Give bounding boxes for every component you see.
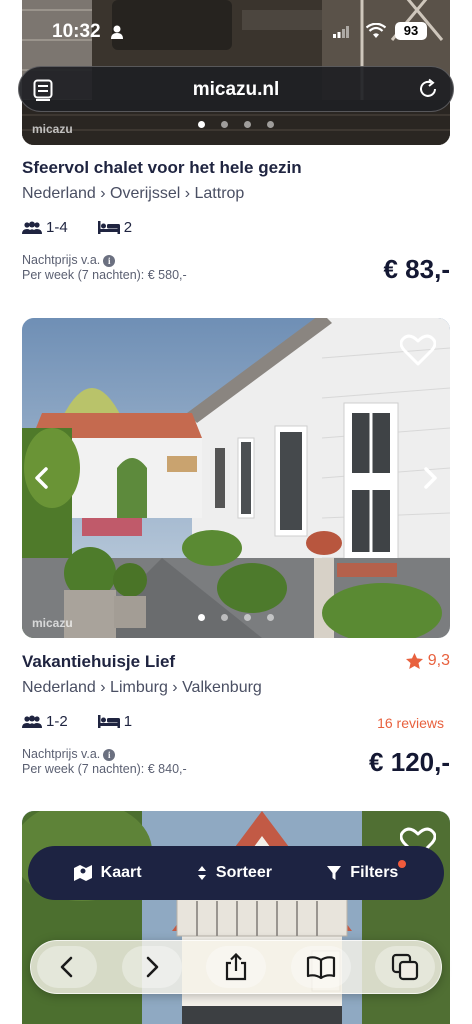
filter-icon (327, 866, 342, 880)
listing-amenities: 1-4 2 (22, 219, 162, 236)
carousel-dot[interactable] (221, 614, 228, 621)
filters-button[interactable]: Filters (327, 860, 407, 882)
carousel-dots[interactable] (22, 121, 450, 128)
star-icon (405, 653, 423, 669)
guests-info: 1-4 (22, 219, 68, 236)
chevron-right-icon[interactable] (420, 466, 440, 490)
map-icon (73, 865, 92, 881)
active-filter-badge (398, 860, 407, 868)
bedrooms-info: 2 (97, 219, 133, 236)
wifi-icon (366, 23, 386, 38)
bedrooms-info: 1 (97, 713, 133, 730)
guests-icon (22, 715, 42, 728)
price-info: Nachtprijs v.a. i Per week (7 nachten): €… (22, 747, 187, 777)
carousel-dot[interactable] (244, 121, 251, 128)
address-bar[interactable]: micazu.nl (18, 66, 454, 112)
url-text[interactable]: micazu.nl (19, 79, 453, 101)
carousel-dot[interactable] (267, 614, 274, 621)
status-time: 10:32 (52, 21, 101, 42)
carousel-dot[interactable] (198, 614, 205, 621)
sort-icon (197, 866, 206, 880)
listing-2-photo[interactable]: micazu (22, 318, 450, 638)
forward-arrow-icon (146, 956, 158, 978)
listing-amenities: 1-2 1 (22, 713, 162, 730)
share-icon (225, 953, 247, 981)
week-price: Per week (7 nachten): € 580,- (22, 268, 187, 282)
carousel-dot[interactable] (198, 121, 205, 128)
listing-rating: 9,3 (405, 652, 450, 670)
tabs-button[interactable] (375, 946, 435, 988)
share-button[interactable] (206, 946, 266, 988)
carousel-dots[interactable] (22, 614, 450, 621)
signal-icon (333, 26, 349, 38)
battery-indicator: 93 (395, 22, 427, 40)
back-arrow-icon (60, 956, 73, 978)
bed-icon (97, 221, 120, 234)
reviews-link[interactable]: 16 reviews (377, 715, 444, 731)
map-button[interactable]: Kaart (73, 864, 142, 882)
filters-button-label: Filters (350, 864, 399, 881)
carousel-dot[interactable] (244, 614, 251, 621)
price-info: Nachtprijs v.a. i Per week (7 nachten): €… (22, 253, 187, 283)
person-icon (111, 25, 123, 39)
tabs-icon (391, 953, 419, 981)
bedrooms-count: 1 (123, 713, 133, 730)
info-icon[interactable]: i (103, 255, 116, 267)
book-icon (306, 956, 335, 979)
bookmarks-button[interactable] (290, 946, 351, 988)
rating-score: 9,3 (427, 652, 450, 669)
status-bar: 10:32 93 (0, 18, 472, 46)
guests-info: 1-2 (22, 713, 68, 730)
holiday-house-image (22, 318, 450, 638)
listing-location: Nederland › Limburg › Valkenburg (22, 679, 262, 696)
guests-icon (22, 221, 42, 234)
map-sort-filter-bar: Kaart Sorteer Filters (28, 846, 444, 900)
sort-button[interactable]: Sorteer (197, 864, 272, 882)
listing-location: Nederland › Overijssel › Lattrop (22, 185, 245, 202)
carousel-dot[interactable] (221, 121, 228, 128)
night-price-label: Nachtprijs v.a. (22, 747, 101, 761)
night-price-label: Nachtprijs v.a. (22, 253, 101, 267)
week-price: Per week (7 nachten): € 840,- (22, 762, 187, 776)
chevron-left-icon[interactable] (32, 466, 52, 490)
sort-button-label: Sorteer (215, 864, 272, 881)
carousel-dot[interactable] (267, 121, 274, 128)
browser-toolbar (30, 940, 442, 994)
map-button-label: Kaart (100, 864, 142, 881)
favorite-heart-icon[interactable] (400, 334, 436, 366)
back-button[interactable] (37, 946, 97, 988)
listing-price: € 120,- (369, 747, 450, 777)
bed-icon (97, 715, 120, 728)
guests-count: 1-4 (46, 219, 68, 236)
listing-price: € 83,- (383, 254, 451, 284)
forward-button[interactable] (121, 946, 182, 988)
info-icon[interactable]: i (103, 749, 116, 761)
listing-title[interactable]: Sfeervol chalet voor het hele gezin (22, 158, 302, 178)
reload-icon[interactable] (417, 78, 439, 100)
bedrooms-count: 2 (123, 219, 133, 236)
listing-title[interactable]: Vakantiehuisje Lief (22, 652, 175, 672)
guests-count: 1-2 (46, 713, 68, 730)
